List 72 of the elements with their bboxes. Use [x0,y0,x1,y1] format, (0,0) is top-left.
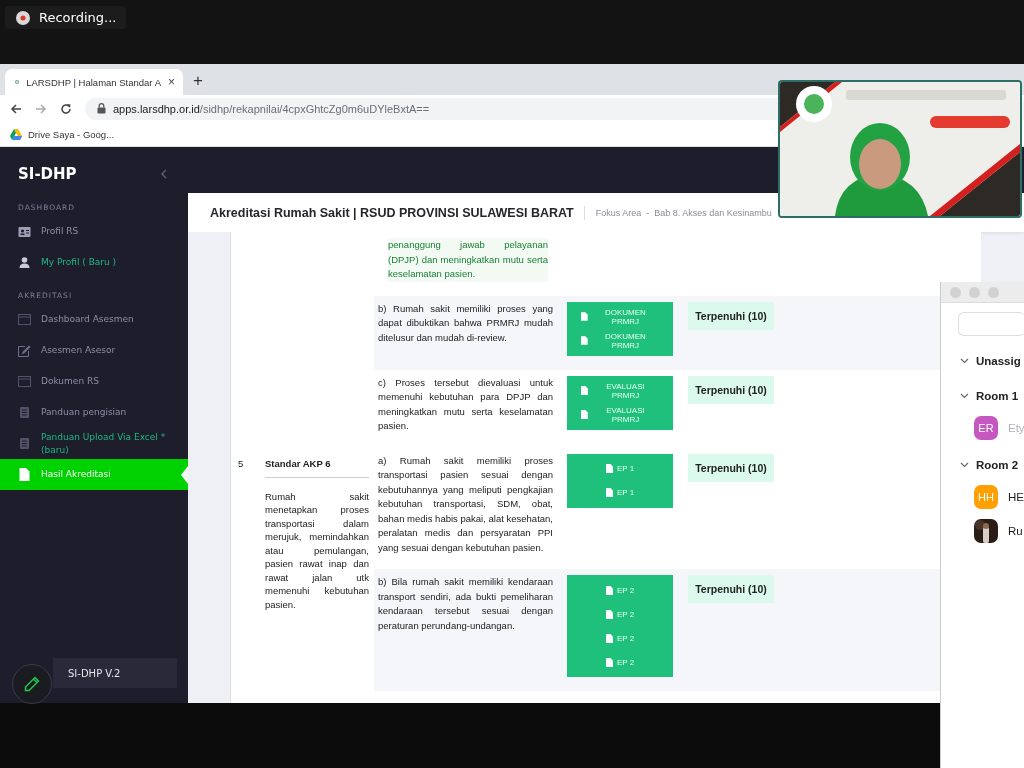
brand-title: SI-DHP [18,165,77,183]
reload-icon[interactable] [60,102,72,115]
status-badge: Terpenuhi (10) [688,453,774,482]
nav-item[interactable]: Panduan pengisian [0,397,188,428]
file-icon [18,468,31,481]
status-badge: Terpenuhi (10) [688,301,774,330]
new-tab-button[interactable]: + [193,71,203,91]
file-icon [605,585,613,595]
window-control[interactable] [969,286,980,298]
tab-title: LARSDHP | Halaman Standar A [26,76,161,88]
status-badge: Terpenuhi (10) [688,575,774,603]
book-icon [18,438,31,449]
standard-description: Rumah sakit menetapkan proses transportasi dalam merujuk, memindahkan atau pemulangan, pasien rawat inap dan rawat jalan utk memenuhi kebutuhan pasien. [265,489,369,611]
file-icon [581,336,588,345]
drive-icon [10,128,22,140]
browser-tab[interactable]: LARSDHP | Halaman Standar A × [5,69,183,95]
standard-title: Standar AKP 6 [265,457,369,478]
chevron-icon [960,462,969,468]
window-icon [18,314,31,325]
chevron-icon [960,393,969,399]
book-icon [18,407,31,418]
file-icon [581,410,588,419]
participant-name: Ety [1008,422,1024,434]
nav-item[interactable]: Profil RS [0,216,188,247]
room-header[interactable]: Room 2 [941,455,1024,475]
nav-item[interactable]: Panduan Upload Via Excel * (baru) [0,428,188,459]
element-text: a) Rumah sakit memiliki proses transportasi pasien sesuai dengan kebutuhannya yang meliputi pengkajian kebutuhan transportasi, SDM, obat, bahan medis habis pakai, alat kesehatan, peralatan medis dan persyaratan PPI yang sesuai dengan kebutuhan pasien. [377,453,553,555]
back-icon[interactable] [10,102,22,115]
url-path: /sidhp/rekapnilai/4cpxGhtcZg0m6uDYleBxtA== [199,102,430,115]
edit-button[interactable] [12,664,52,704]
room-header[interactable]: Unassig [941,351,1024,371]
participant-name: Ru [1008,525,1023,537]
window-icon [18,376,31,387]
file-icon [605,488,613,497]
collapse-icon[interactable] [160,169,167,179]
status-badge: Terpenuhi (10) [688,375,774,404]
file-icon [581,312,588,321]
version-button[interactable]: SI-DHP V.2 [53,658,177,688]
chevron-icon [960,358,969,364]
page-title: Akreditasi Rumah Sakit | RSUD PROVINSI SULAWESI BARAT [210,205,585,220]
edit-icon [18,344,31,357]
file-icon [605,464,613,473]
nav-item[interactable]: My Profil ( Baru ) [0,247,188,278]
pencil-icon [24,676,40,692]
url-host: apps.larsdhp.or.id [113,102,200,115]
element-text: penanggung jawab pelayanan (DPJP) dan meningkatkan mutu serta keselamatan pasien. [388,238,548,282]
file-icon [581,386,588,395]
nav-item[interactable]: Dashboard Asesmen [0,304,188,335]
window-control[interactable] [988,286,999,298]
nav-item[interactable]: Dokumen RS [0,366,188,397]
element-text: b) Rumah sakit memiliki proses yang dapat dibuktikan bahwa PRMRJ mudah ditelusur dan mudah di-review. [377,301,553,345]
id-card-icon [18,226,31,237]
file-icon [605,633,613,643]
element-text: c) Proses tersebut dievaluasi untuk memenuhi kebutuhan para DPJP dan meningkatkan mutu serta keselamatan pasien. [377,375,553,433]
forward-icon[interactable] [35,102,47,115]
file-icon [605,609,613,619]
close-tab-button[interactable]: × [168,75,175,89]
window-control[interactable] [950,286,961,298]
avatar: HH [974,485,998,509]
file-icon [605,657,613,667]
lock-icon [97,103,106,114]
recording-label: Recording... [39,10,117,25]
avatar: ER [974,416,998,440]
user-icon [18,257,31,268]
room-header[interactable]: Room 1 [941,386,1024,406]
breadcrumb: Fokus Area - Bab 8. Akses dan Kesinambu [595,207,772,218]
record-icon [16,10,30,25]
row-number: 5 [238,457,244,469]
nav-item[interactable]: Asesmen Asesor [0,335,188,366]
participant-name: HE [1008,491,1024,503]
bookmark[interactable]: Drive Saya - Goog... [10,128,115,140]
element-text: b) Bila rumah sakit memiliki kendaraan transport sendiri, ada bukti pemeliharan kendaraan tersebut sesuai dengan peraturan perundang-undangan. [377,575,553,633]
